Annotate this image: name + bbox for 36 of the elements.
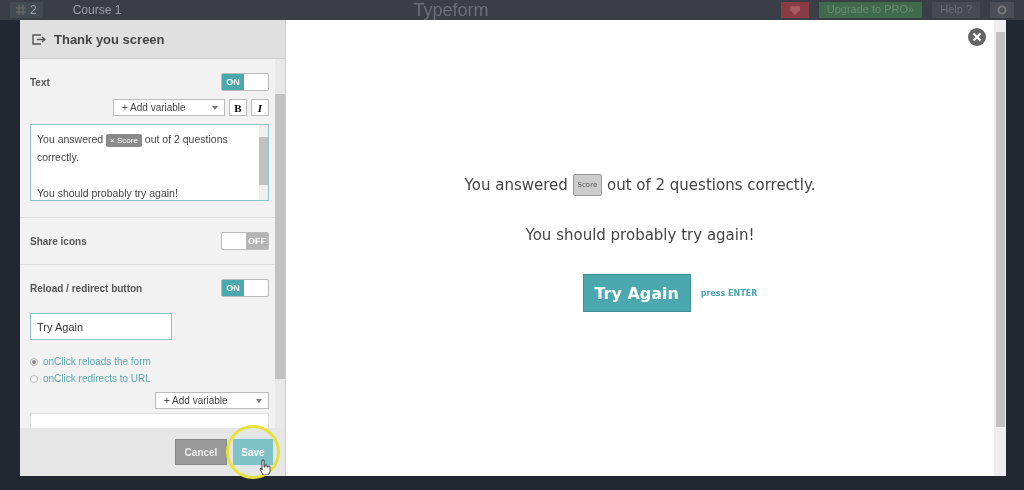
section-label: Share icons [30,235,87,247]
close-icon[interactable] [968,28,986,46]
hand-cursor-icon [259,459,271,475]
heart-icon [789,5,800,15]
save-button[interactable]: Save [233,439,273,465]
scrollbar[interactable] [259,125,268,200]
form-count: 2 [30,3,37,17]
add-variable-select[interactable]: + Add variable [113,99,225,116]
heart-button[interactable] [780,2,809,18]
exit-icon [32,33,46,45]
radio-option[interactable]: onClick reloads the form [30,356,269,367]
button-text-field[interactable]: Try Again [30,313,172,340]
section-label: Text [30,76,50,88]
course-name[interactable]: Course 1 [72,3,122,17]
keyboard-hint: press ENTER [700,288,758,298]
add-variable-select[interactable]: + Add variable [155,392,269,409]
preview-message: You should probably try again! [525,226,755,244]
message-editor[interactable]: You answered × Score out of 2 questions correctly. You should probably try again! [30,124,269,201]
caret-icon [256,398,262,403]
toggle-switch[interactable]: ON [221,279,269,297]
italic-button[interactable]: I [251,99,269,116]
radio-option[interactable]: onClick redirects to URL [30,373,269,384]
caret-icon [212,105,218,110]
toggle-switch[interactable]: ON [221,73,269,91]
panel-title: Thank you screen [54,31,165,47]
scrollbar[interactable] [275,59,285,428]
grid-icon [16,5,26,15]
cancel-button[interactable]: Cancel [175,439,227,465]
bold-button[interactable]: B [229,99,247,116]
url-field[interactable] [30,413,269,428]
scrollbar[interactable] [994,20,1006,476]
toggle-switch[interactable]: OFF [221,232,269,250]
try-again-button[interactable]: Try Again [582,274,691,312]
section-label: Reload / redirect button [30,282,143,294]
settings-icon [997,5,1007,15]
settings-button[interactable] [990,2,1014,18]
